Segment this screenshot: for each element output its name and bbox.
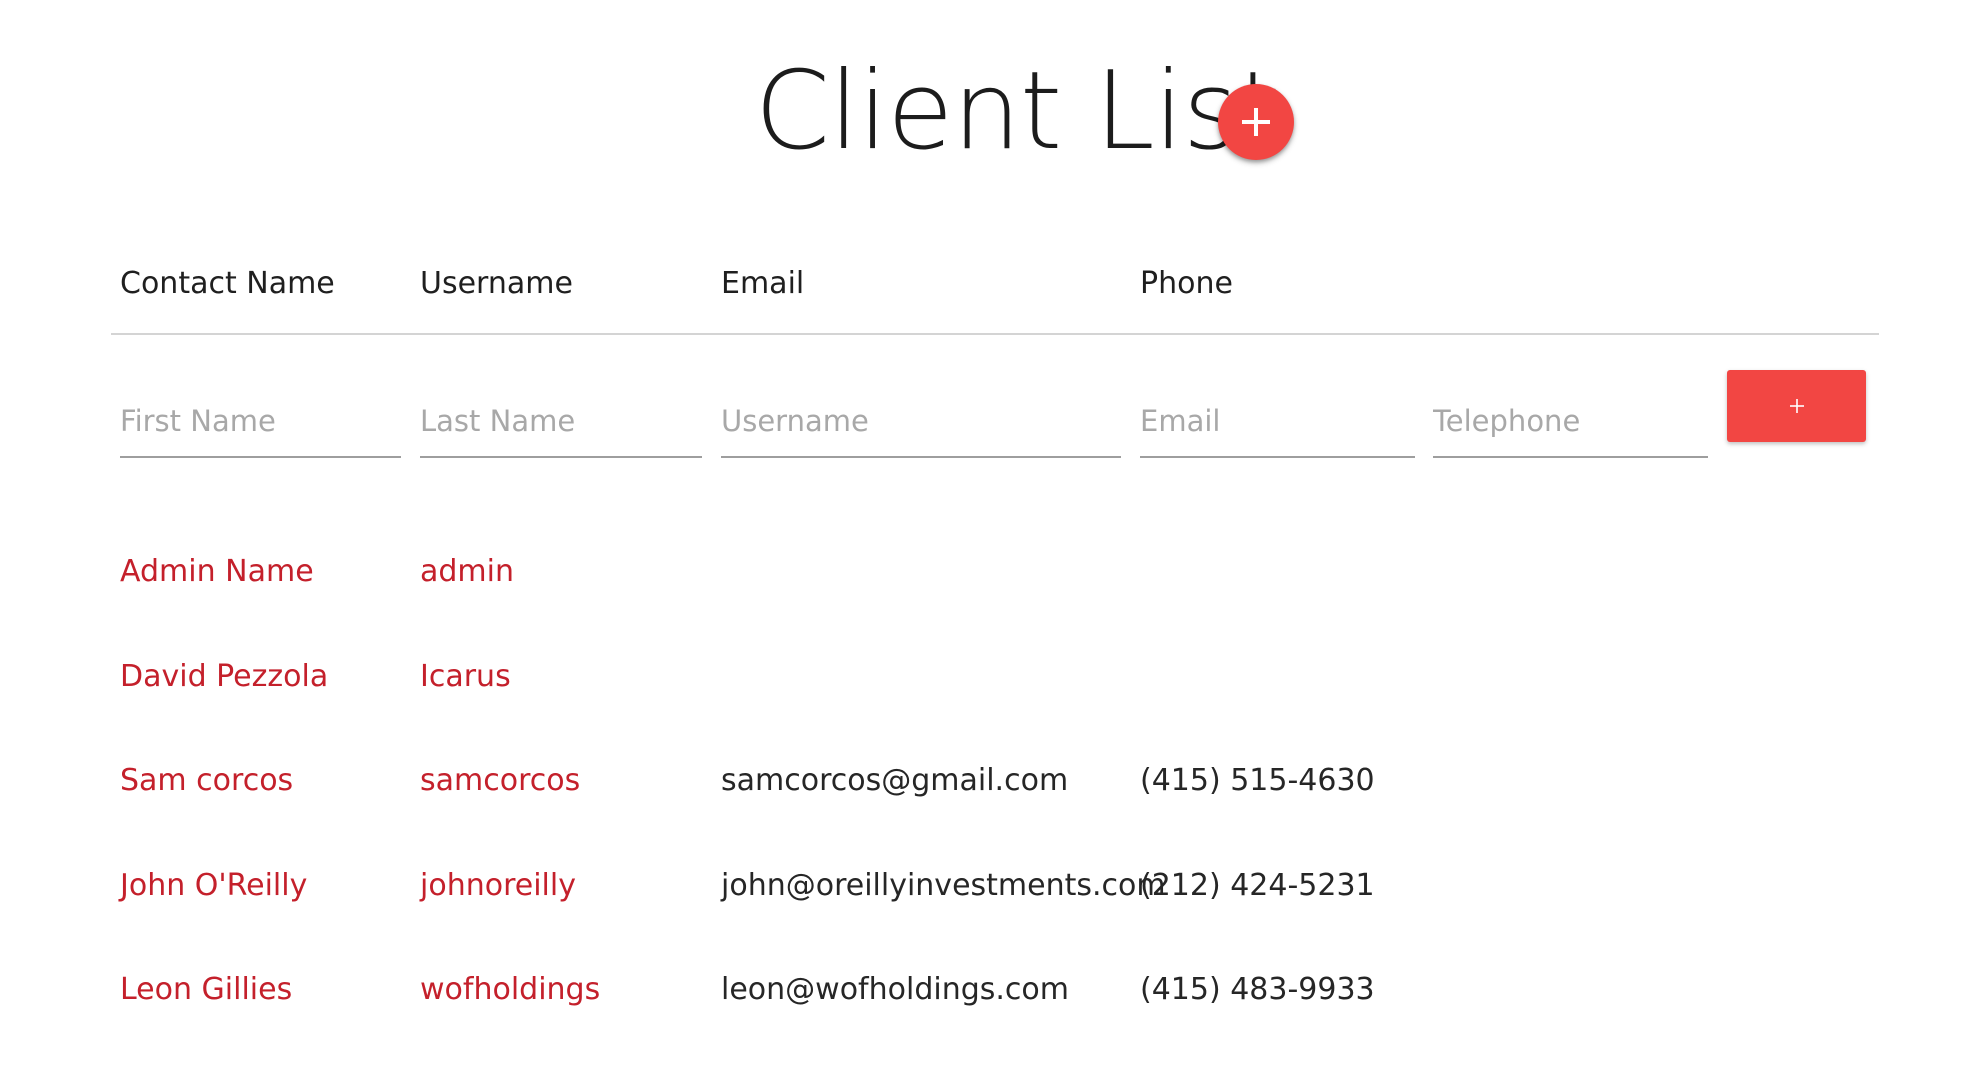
client-username-link[interactable]: admin: [420, 542, 514, 602]
client-name-link[interactable]: David Pezzola: [120, 647, 328, 707]
client-name-link[interactable]: Leon Gillies: [120, 960, 292, 1020]
client-email: samcorcos@gmail.com: [721, 763, 1069, 798]
client-name-link[interactable]: Admin Name: [120, 542, 314, 602]
client-list-page: Client List Contact Name Username Email …: [0, 0, 1974, 1070]
client-phone: (212) 424-5231: [1140, 868, 1375, 903]
table-row: Leon Gillies wofholdings leon@wofholding…: [0, 960, 1974, 1020]
last-name-input[interactable]: [420, 386, 702, 458]
add-client-button[interactable]: [1218, 84, 1294, 160]
email-input[interactable]: [1140, 386, 1415, 458]
username-input[interactable]: [721, 386, 1121, 458]
client-username-link[interactable]: Icarus: [420, 647, 511, 707]
client-username-link[interactable]: johnoreilly: [420, 856, 576, 916]
column-header-email: Email: [721, 266, 805, 301]
telephone-input[interactable]: [1433, 386, 1708, 458]
header-divider: [111, 333, 1879, 335]
first-name-input[interactable]: [120, 386, 401, 458]
client-phone: (415) 515-4630: [1140, 763, 1375, 798]
column-header-phone: Phone: [1140, 266, 1233, 301]
column-header-contact-name: Contact Name: [120, 266, 335, 301]
plus-icon: [1789, 399, 1804, 413]
table-row: Sam corcos samcorcos samcorcos@gmail.com…: [0, 751, 1974, 811]
table-row: David Pezzola Icarus: [0, 647, 1974, 707]
submit-new-client-button[interactable]: [1727, 370, 1866, 442]
client-username-link[interactable]: wofholdings: [420, 960, 600, 1020]
client-phone: (415) 483-9933: [1140, 972, 1375, 1007]
client-name-link[interactable]: Sam corcos: [120, 751, 293, 811]
column-header-username: Username: [420, 266, 573, 301]
client-email: john@oreillyinvestments.com: [721, 868, 1166, 903]
table-row: Admin Name admin: [0, 542, 1974, 602]
page-header: Client List: [0, 52, 1974, 172]
client-username-link[interactable]: samcorcos: [420, 751, 580, 811]
client-name-link[interactable]: John O'Reilly: [120, 856, 307, 916]
client-email: leon@wofholdings.com: [721, 972, 1069, 1007]
page-title: Client List: [754, 49, 1281, 174]
table-row: John O'Reilly johnoreilly john@oreillyin…: [0, 856, 1974, 916]
plus-icon: [1242, 108, 1270, 136]
